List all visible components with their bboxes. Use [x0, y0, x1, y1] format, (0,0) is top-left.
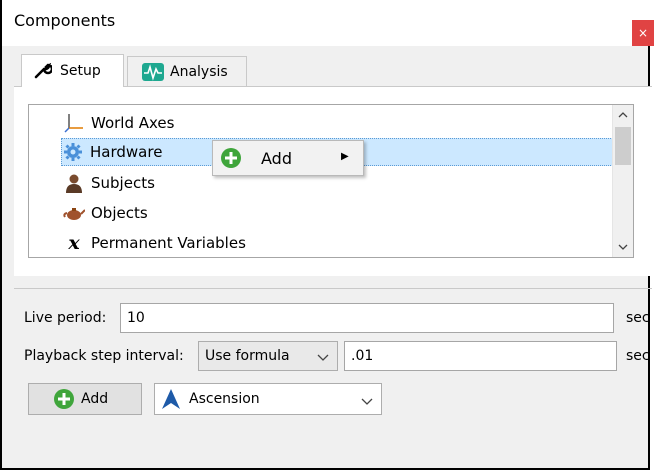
divider — [14, 288, 652, 289]
tree-item-world-axes[interactable]: World Axes — [63, 109, 174, 137]
close-button[interactable]: × — [632, 20, 654, 46]
playback-step-label: Playback step interval: — [24, 348, 184, 364]
tree-item-objects[interactable]: Objects — [63, 199, 148, 227]
context-menu-item-add[interactable]: Add ▶ — [213, 141, 363, 175]
tree-item-label: Hardware — [90, 143, 163, 161]
window-title: Components — [14, 11, 116, 30]
tree-item-subjects[interactable]: Subjects — [63, 169, 155, 197]
device-select[interactable]: Ascension — [154, 383, 382, 415]
context-menu: Add ▶ — [212, 140, 364, 176]
waveform-icon — [142, 62, 164, 81]
live-period-unit: sec — [626, 310, 650, 326]
ascension-logo-icon — [161, 388, 181, 410]
tree-scrollbar[interactable] — [612, 105, 633, 257]
tab-setup[interactable]: Setup — [21, 54, 124, 87]
axes-icon — [63, 112, 85, 134]
wrench-icon — [34, 63, 52, 79]
playback-step-unit: sec — [626, 348, 650, 364]
live-period-input[interactable]: 10 — [120, 303, 614, 333]
tab-label: Analysis — [170, 63, 228, 80]
tab-analysis[interactable]: Analysis — [127, 56, 247, 86]
setup-panel: World Axes Hardware Subjects Objects x P… — [14, 86, 652, 276]
chevron-down-icon — [361, 394, 373, 410]
add-button-label: Add — [81, 391, 109, 407]
title-bar: Components × — [2, 0, 654, 46]
chevron-down-icon — [317, 350, 329, 366]
plus-circle-icon — [53, 388, 75, 410]
add-button[interactable]: Add — [28, 383, 142, 415]
teapot-icon — [63, 202, 85, 224]
tree-item-label: Objects — [91, 204, 148, 222]
playback-step-input[interactable]: .01 — [344, 341, 617, 371]
device-select-value: Ascension — [189, 391, 260, 407]
scroll-thumb[interactable] — [615, 127, 631, 165]
scroll-up-icon[interactable] — [613, 105, 633, 125]
components-tree[interactable]: World Axes Hardware Subjects Objects x P… — [28, 104, 634, 258]
variable-x-icon: x — [68, 232, 80, 254]
close-icon: × — [637, 26, 649, 40]
person-icon — [63, 172, 85, 194]
live-period-label: Live period: — [24, 310, 107, 326]
plus-circle-icon — [220, 147, 242, 173]
submenu-arrow-icon: ▶ — [341, 151, 349, 162]
context-menu-label: Add — [261, 149, 292, 168]
tree-item-label: Subjects — [91, 174, 155, 192]
components-window: Components × Setup Analysis World Axes H… — [0, 0, 654, 470]
playback-mode-value: Use formula — [205, 348, 290, 364]
tab-label: Setup — [60, 63, 101, 79]
tree-item-label: World Axes — [91, 114, 175, 132]
gear-icon — [62, 141, 84, 163]
tree-item-label: Permanent Variables — [91, 234, 246, 252]
tree-item-permanent-variables[interactable]: x Permanent Variables — [63, 229, 246, 257]
scroll-down-icon[interactable] — [613, 237, 633, 257]
playback-mode-select[interactable]: Use formula — [198, 341, 338, 371]
